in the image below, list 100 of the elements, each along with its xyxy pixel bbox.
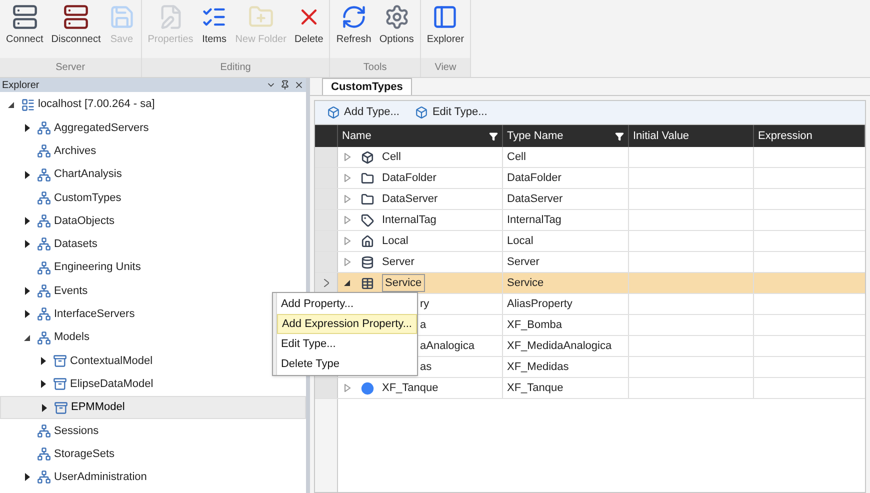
ribbon-button[interactable]: Items xyxy=(197,4,232,58)
ribbon-button[interactable]: Disconnect xyxy=(47,4,105,58)
tree-item[interactable]: EPMModel xyxy=(37,398,125,418)
table-cell-text: Service xyxy=(507,276,544,291)
ribbon-button[interactable]: Refresh xyxy=(332,4,376,58)
filter-icon[interactable] xyxy=(489,132,498,140)
table-row[interactable]: DataFolder DataFolder xyxy=(315,168,865,189)
tree-item[interactable]: Engineering Units xyxy=(20,258,141,278)
tree-item[interactable]: AggregatedServers xyxy=(20,118,149,138)
ribbon-button[interactable]: Explorer xyxy=(422,4,468,58)
node-icon xyxy=(53,377,67,392)
node-icon xyxy=(37,447,51,462)
toolbar-icon xyxy=(108,4,135,30)
pin-icon[interactable] xyxy=(280,80,290,90)
tree-item[interactable]: Models xyxy=(20,328,90,348)
cube-icon xyxy=(415,106,428,119)
collapsed-arrow-icon[interactable] xyxy=(24,473,30,482)
tree-item[interactable]: CustomTypes xyxy=(20,188,122,208)
tree-item[interactable]: localhost [7.00.264 - sa] xyxy=(4,94,155,115)
close-icon[interactable] xyxy=(294,80,304,90)
tree-item[interactable]: ContextualModel xyxy=(36,350,153,371)
menu-item[interactable]: Add Expression Property... xyxy=(276,314,417,334)
table-cell-text: AliasProperty xyxy=(507,296,572,312)
table-row[interactable]: InternalTag InternalTag xyxy=(315,210,865,231)
tree-label: Sessions xyxy=(54,424,99,439)
table-cell-text: DataServer xyxy=(382,192,438,207)
toolbar-button[interactable]: Edit Type... xyxy=(415,104,488,121)
collapsed-arrow-icon[interactable] xyxy=(24,217,30,226)
table-cell-text: XF_MedidaAnalogica xyxy=(507,338,612,354)
tree-label: Datasets xyxy=(54,237,98,252)
node-icon xyxy=(37,168,51,182)
table-cell-text: Local xyxy=(382,234,408,249)
tree-item[interactable]: Archives xyxy=(20,141,96,162)
filter-icon[interactable] xyxy=(615,132,624,140)
expanded-arrow-icon[interactable] xyxy=(344,279,351,287)
tree-item[interactable]: UserAdministration xyxy=(20,467,147,488)
table-row[interactable]: Server Server xyxy=(315,252,865,273)
node-icon xyxy=(37,470,51,484)
table-cell-text: DataFolder xyxy=(507,170,562,186)
current-row-icon xyxy=(324,279,328,287)
table-cell-text: as xyxy=(420,360,432,375)
type-icon xyxy=(361,214,374,226)
table-row[interactable]: Cell Cell xyxy=(315,147,865,168)
ribbon-button[interactable]: Connect xyxy=(2,4,48,58)
tree-item[interactable]: Datasets xyxy=(20,234,98,254)
table-cell-text: Cell xyxy=(507,150,526,165)
node-icon xyxy=(54,400,68,414)
collapsed-arrow-icon[interactable] xyxy=(24,170,30,179)
expanded-arrow-icon[interactable] xyxy=(8,100,14,109)
tree-item[interactable]: ChartAnalysis xyxy=(20,164,122,185)
group-label: Editing xyxy=(142,58,330,77)
group-label: Server xyxy=(0,58,141,77)
table-cell-text: DataServer xyxy=(507,192,563,207)
type-icon xyxy=(361,256,374,268)
tree-item[interactable]: Sessions xyxy=(20,420,99,441)
tree-item[interactable]: StorageSets xyxy=(20,444,115,464)
collapsed-arrow-icon[interactable] xyxy=(24,310,30,318)
tree-label: StorageSets xyxy=(54,446,115,462)
ribbon-button[interactable]: Delete xyxy=(290,4,328,58)
table-row[interactable]: Local Local xyxy=(315,231,865,252)
table-row[interactable]: Service Service xyxy=(315,273,865,294)
tree-label: UserAdministration xyxy=(54,470,147,486)
node-icon xyxy=(37,307,51,322)
tree-label: ChartAnalysis xyxy=(54,167,122,182)
type-icon xyxy=(361,382,374,394)
node-icon xyxy=(53,354,67,368)
table-row[interactable]: XF_Tanque XF_Tanque xyxy=(315,378,865,399)
table-row[interactable]: DataServer DataServer xyxy=(315,189,865,210)
toolbar-icon xyxy=(432,4,458,30)
tree-label: Archives xyxy=(54,144,96,159)
group-label: View xyxy=(420,58,470,77)
tree-item[interactable]: ElipseDataModel xyxy=(36,374,154,394)
collapsed-arrow-icon[interactable] xyxy=(40,356,46,365)
table-cell-text: InternalTag xyxy=(382,212,436,228)
collapsed-arrow-icon[interactable] xyxy=(40,404,48,412)
collapsed-arrow-icon[interactable] xyxy=(40,380,46,388)
type-icon xyxy=(361,234,374,248)
collapsed-arrow-icon[interactable] xyxy=(24,240,30,248)
tree-label: DataObjects xyxy=(54,214,115,229)
collapsed-arrow-icon[interactable] xyxy=(24,124,30,132)
node-icon xyxy=(37,120,51,135)
node-icon xyxy=(37,237,51,252)
document-tab[interactable]: CustomTypes xyxy=(322,78,412,95)
expanded-arrow-icon[interactable] xyxy=(24,334,30,342)
table-cell-text: ry xyxy=(420,296,430,312)
table-cell-text: Server xyxy=(507,254,540,270)
table-cell-text: aAnalogica xyxy=(420,338,474,354)
collapsed-arrow-icon[interactable] xyxy=(24,287,30,296)
tree-label: ContextualModel xyxy=(70,354,153,369)
ribbon-button[interactable]: Options xyxy=(375,4,418,58)
tree-item[interactable]: InterfaceServers xyxy=(20,304,135,324)
tree-label: InterfaceServers xyxy=(54,307,135,322)
node-icon xyxy=(21,98,35,112)
tree-label: CustomTypes xyxy=(54,190,122,206)
tree-label: Models xyxy=(54,330,90,346)
toolbar-button[interactable]: Add Type... xyxy=(327,104,400,121)
tree-item[interactable]: Events xyxy=(20,281,88,302)
tree-label: ElipseDataModel xyxy=(70,376,154,392)
tree-item[interactable]: DataObjects xyxy=(20,211,115,232)
tree-label: AggregatedServers xyxy=(54,120,149,136)
